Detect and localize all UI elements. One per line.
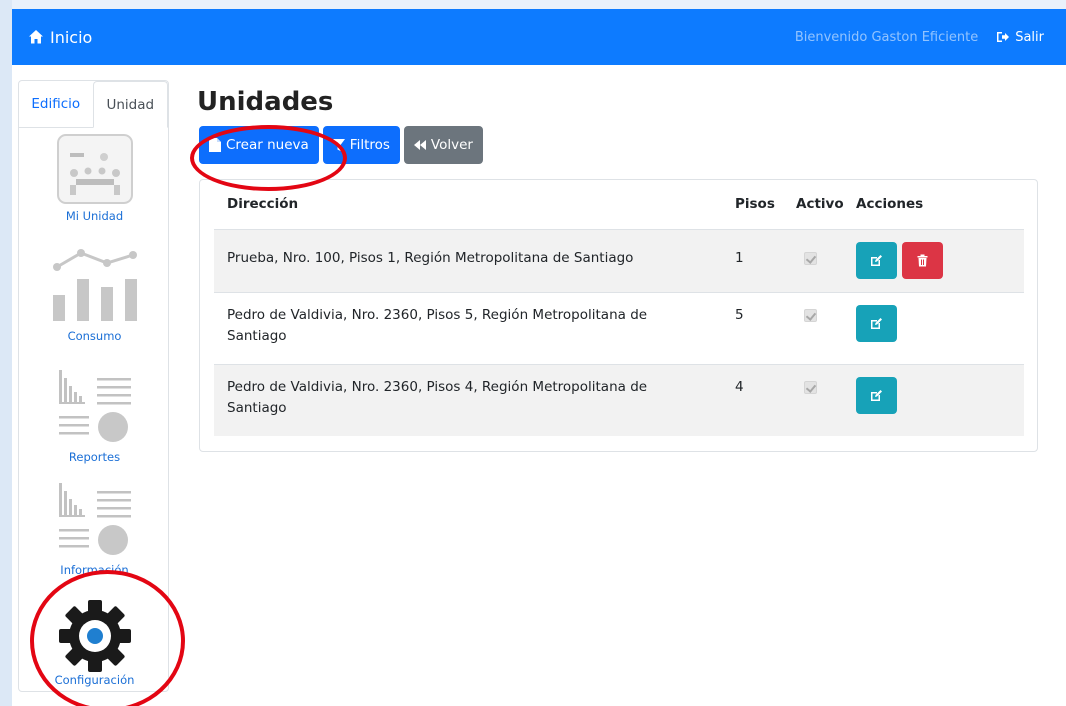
table-row: Prueba, Nro. 100, Pisos 1, Región Metrop…	[214, 229, 1024, 292]
sidebar-item-reportes[interactable]: Reportes	[19, 368, 170, 464]
active-checkbox	[804, 251, 817, 265]
table-header-row: Dirección Pisos Activo Acciones	[214, 180, 1024, 229]
edit-button[interactable]	[856, 304, 897, 342]
reports-icon	[58, 370, 131, 442]
screen-left-strip	[0, 0, 12, 706]
sidebar-tabs: Edificio Unidad	[19, 81, 168, 128]
active-checkbox	[804, 380, 817, 394]
sidebar-item-consumo[interactable]: Consumo	[19, 245, 170, 343]
cell-actions	[856, 229, 1024, 292]
sidebar-item-label: Información	[60, 563, 129, 577]
edit-icon	[871, 254, 882, 266]
edit-icon	[871, 389, 882, 401]
gear-icon	[58, 600, 131, 672]
row-actions	[856, 241, 1024, 291]
header-acciones: Acciones	[856, 196, 924, 213]
home-icon	[29, 30, 43, 44]
cell-floors: 1	[735, 249, 744, 266]
top-navbar: Inicio Bienvenido Gaston Eficiente Salir	[12, 9, 1066, 65]
sidebar-item-label: Reportes	[68, 450, 121, 464]
tab-unidad[interactable]: Unidad	[92, 81, 168, 128]
back-button[interactable]: Volver	[403, 126, 483, 164]
sidebar-item-label: Mi Unidad	[65, 209, 124, 223]
header-activo: Activo	[796, 196, 844, 213]
delete-button[interactable]	[902, 241, 943, 279]
consumption-chart-icon	[52, 249, 137, 321]
tab-edificio[interactable]: Edificio	[19, 81, 93, 127]
home-link-label: Inicio	[50, 27, 93, 47]
filters-label: Filtros	[349, 137, 390, 153]
trash-icon	[917, 254, 928, 266]
cell-floors: 5	[735, 306, 744, 323]
cell-actions	[856, 292, 1024, 364]
cell-address: Pedro de Valdivia, Nro. 2360, Pisos 5, R…	[227, 306, 648, 344]
cell-active	[796, 292, 856, 364]
header-pisos: Pisos	[735, 196, 775, 213]
logout-label: Salir	[1015, 29, 1044, 45]
row-actions	[856, 376, 1024, 426]
welcome-text: Bienvenido Gaston Eficiente	[794, 29, 979, 45]
sidebar-item-configuracion[interactable]: Configuración	[19, 597, 170, 687]
cell-active	[796, 364, 856, 436]
cell-actions	[856, 364, 1024, 436]
file-icon	[209, 138, 221, 152]
create-new-button[interactable]: Crear nueva	[199, 126, 319, 164]
home-link[interactable]: Inicio	[28, 28, 92, 47]
edit-button[interactable]	[856, 376, 897, 414]
screen-top-strip	[0, 0, 1066, 9]
sidebar-item-mi-unidad[interactable]: Mi Unidad	[19, 133, 170, 223]
sidebar-item-informacion[interactable]: Información	[19, 481, 170, 577]
create-new-label: Crear nueva	[226, 137, 309, 153]
header-direccion: Dirección	[227, 196, 299, 213]
cell-address: Prueba, Nro. 100, Pisos 1, Región Metrop…	[227, 249, 634, 266]
sidebar: Edificio Unidad Mi Unidad Consumo Report…	[18, 80, 169, 692]
backward-icon	[413, 140, 426, 150]
active-checkbox	[804, 308, 817, 322]
filters-button[interactable]: Filtros	[322, 126, 400, 164]
table-row: Pedro de Valdivia, Nro. 2360, Pisos 4, R…	[214, 364, 1024, 436]
navbar-right: Bienvenido Gaston Eficiente Salir	[795, 30, 1044, 45]
edit-button[interactable]	[856, 241, 897, 279]
logout-link[interactable]: Salir	[996, 30, 1044, 45]
units-table: Dirección Pisos Activo Acciones Prueba, …	[214, 180, 1024, 436]
cell-active	[796, 229, 856, 292]
page-title: Unidades	[197, 87, 334, 117]
meeting-room-icon	[56, 134, 133, 204]
edit-icon	[871, 317, 882, 329]
sidebar-item-label: Consumo	[67, 329, 122, 343]
cell-address: Pedro de Valdivia, Nro. 2360, Pisos 4, R…	[227, 378, 648, 416]
cell-floors: 4	[735, 378, 744, 395]
sign-out-icon	[997, 32, 1010, 42]
table-row: Pedro de Valdivia, Nro. 2360, Pisos 5, R…	[214, 292, 1024, 364]
information-icon	[58, 483, 131, 555]
sidebar-item-label: Configuración	[54, 673, 135, 687]
filter-icon	[332, 139, 345, 151]
toolbar: Crear nueva Filtros Volver	[199, 126, 483, 164]
back-label: Volver	[430, 137, 473, 153]
row-actions	[856, 304, 1024, 354]
units-table-card: Dirección Pisos Activo Acciones Prueba, …	[199, 179, 1038, 452]
